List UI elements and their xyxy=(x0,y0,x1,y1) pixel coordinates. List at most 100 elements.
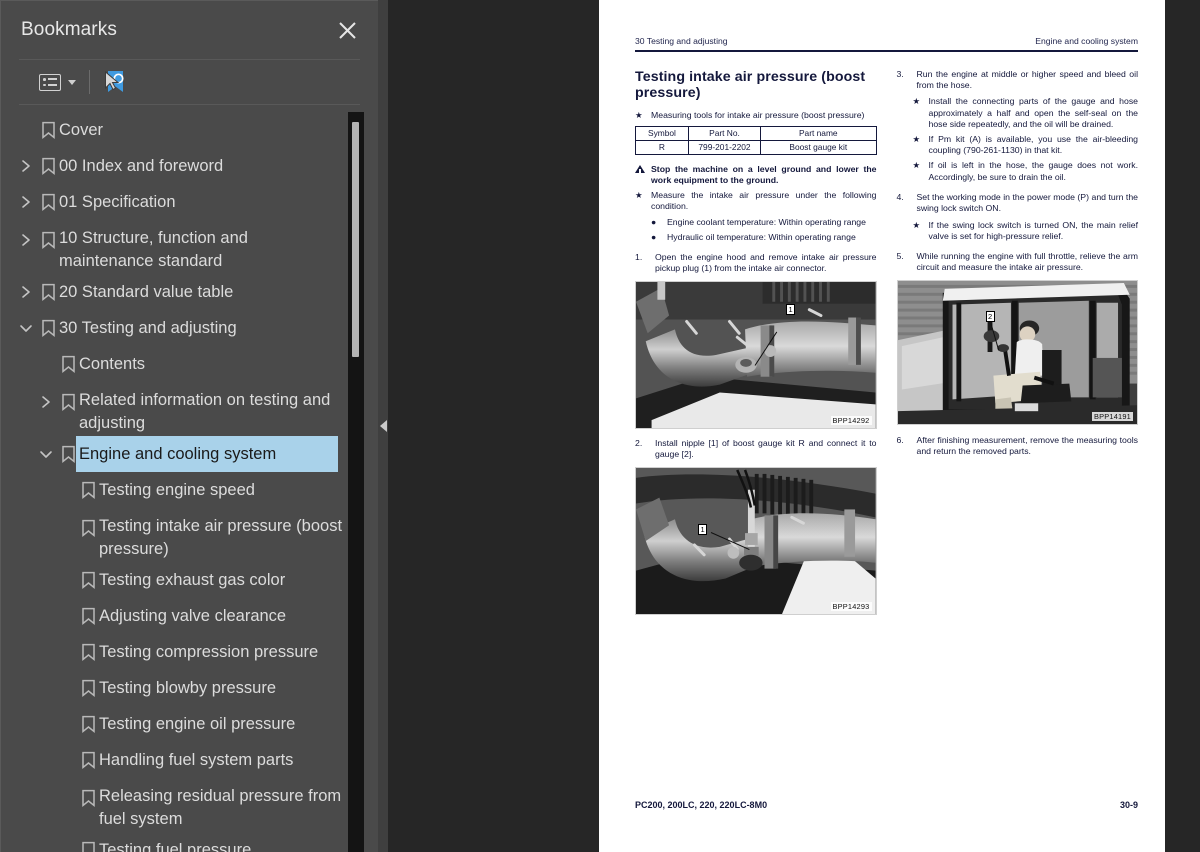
photo-caption: BPP14191 xyxy=(1092,411,1133,421)
chevron-right-icon[interactable] xyxy=(15,184,37,220)
bookmark-item-engine-and-cooling-system[interactable]: Engine and cooling system xyxy=(1,435,356,473)
select-bookmark-button[interactable] xyxy=(101,67,131,97)
step-2: 2. Install nipple [1] of boost gauge kit… xyxy=(635,438,877,461)
bookmark-item-cover[interactable]: Cover xyxy=(1,112,356,148)
bookmark-icon xyxy=(37,112,59,148)
chevron-right-icon[interactable] xyxy=(15,148,37,184)
bookmark-item-label: 00 Index and foreword xyxy=(59,157,224,175)
pdf-viewer-area[interactable]: 30 Testing and adjusting Engine and cool… xyxy=(388,0,1200,852)
right-column: 3. Run the engine at middle or higher sp… xyxy=(896,69,1139,624)
bookmark-item-00-index-and-foreword[interactable]: 00 Index and foreword xyxy=(1,148,356,184)
step-4-number: 4. xyxy=(896,191,904,202)
chevron-down-icon[interactable] xyxy=(15,310,37,346)
bookmarks-scrollbar-thumb[interactable] xyxy=(352,122,359,357)
bookmark-icon xyxy=(77,706,99,742)
bookmark-icon xyxy=(37,148,59,184)
bookmark-item-related-information-on-testing-and-adjusting[interactable]: Related information on testing and adjus… xyxy=(1,382,356,436)
bookmark-item-testing-fuel-pressure[interactable]: Testing fuel pressure xyxy=(1,832,356,852)
bookmark-item-handling-fuel-system-parts[interactable]: Handling fuel system parts xyxy=(1,742,356,778)
step-6-text: After finishing measurement, remove the … xyxy=(916,434,1139,457)
parts-td-symbol: R xyxy=(635,139,689,155)
step-3-note-text: If oil is left in the hose, the gauge do… xyxy=(928,160,1139,182)
intro-note: ★ Measuring tools for intake air pressur… xyxy=(635,110,877,121)
bookmark-list-options-button[interactable] xyxy=(37,72,78,93)
bookmark-item-releasing-residual-pressure-from-fuel-system[interactable]: Releasing residual pressure from fuel sy… xyxy=(1,778,356,832)
photo-caption: BPP14293 xyxy=(830,601,872,611)
page-title: Testing intake air pressure (boost press… xyxy=(635,68,866,102)
bookmark-item-testing-blowby-pressure[interactable]: Testing blowby pressure xyxy=(1,670,356,706)
close-panel-button[interactable] xyxy=(332,15,362,45)
bookmark-item-10-structure-function-and-maintenance-standard[interactable]: 10 Structure, function and maintenance s… xyxy=(1,220,356,274)
bookmark-icon xyxy=(37,274,59,310)
star-bullet-icon: ★ xyxy=(635,109,643,120)
chevron-right-icon[interactable] xyxy=(15,274,37,310)
bookmark-icon xyxy=(41,193,55,211)
bookmark-icon xyxy=(37,310,59,346)
bookmark-icon xyxy=(77,742,99,778)
page-running-header: 30 Testing and adjusting Engine and cool… xyxy=(635,36,1138,50)
parts-td-partname: Boost gauge kit xyxy=(760,139,877,155)
bookmark-icon xyxy=(57,382,79,422)
chevron-down-icon[interactable] xyxy=(35,436,57,472)
step-4: 4. Set the working mode in the power mod… xyxy=(897,192,1139,215)
photo-callout: 1 xyxy=(698,523,708,535)
photo-operator-cab: 2 BPP14191 xyxy=(896,279,1138,425)
bookmark-icon xyxy=(77,598,99,634)
bookmark-item-testing-exhaust-gas-color[interactable]: Testing exhaust gas color xyxy=(1,562,356,598)
bookmarks-scrollbar-track[interactable] xyxy=(348,112,364,852)
step-5: 5. While running the engine with full th… xyxy=(897,251,1139,274)
bookmark-item-label: Adjusting valve clearance xyxy=(99,607,287,625)
bookmark-item-label: Testing engine speed xyxy=(99,481,255,499)
condition-note-text: Measure the intake air pressure under th… xyxy=(651,190,877,212)
step-3-note-text: Install the connecting parts of the gaug… xyxy=(928,96,1139,129)
bookmark-icon xyxy=(77,634,99,670)
bookmark-item-testing-engine-oil-pressure[interactable]: Testing engine oil pressure xyxy=(1,706,356,742)
bookmark-item-testing-compression-pressure[interactable]: Testing compression pressure xyxy=(1,634,356,670)
bookmark-item-contents[interactable]: Contents xyxy=(1,346,356,382)
bookmarks-tree[interactable]: Cover 00 Index and foreword 01 Specificati… xyxy=(1,106,356,852)
step-6-number: 6. xyxy=(896,434,904,445)
bookmark-item-20-standard-value-table[interactable]: 20 Standard value table xyxy=(1,274,356,310)
bookmark-icon xyxy=(81,751,95,769)
bookmark-item-30-testing-and-adjusting[interactable]: 30 Testing and adjusting xyxy=(1,310,356,346)
condition-item: ● Hydraulic oil temperature: Within oper… xyxy=(635,232,877,243)
star-bullet-icon: ★ xyxy=(912,134,921,145)
bookmark-icon xyxy=(77,508,99,548)
pdf-page: 30 Testing and adjusting Engine and cool… xyxy=(599,0,1165,852)
chevron-right-icon[interactable] xyxy=(35,382,57,422)
step-1-text: Open the engine hood and remove intake a… xyxy=(655,252,877,274)
header-rule xyxy=(635,50,1138,52)
step-3-note: ★ Install the connecting parts of the ga… xyxy=(897,96,1139,130)
header-right-text: Engine and cooling system xyxy=(1035,36,1138,46)
bookmark-icon xyxy=(77,562,99,598)
step-4-text: Set the working mode in the power mode (… xyxy=(916,191,1139,214)
step-2-text: Install nipple [1] of boost gauge kit R … xyxy=(655,437,877,460)
bookmark-icon xyxy=(81,643,95,661)
warning-triangle-icon xyxy=(635,164,645,175)
close-icon xyxy=(338,21,356,39)
condition-item: ● Engine coolant temperature: Within ope… xyxy=(635,217,877,228)
bookmark-item-label: Handling fuel system parts xyxy=(99,751,294,769)
bookmark-item-01-specification[interactable]: 01 Specification xyxy=(1,184,356,220)
intro-note-text: Measuring tools for intake air pressure … xyxy=(651,109,865,120)
bookmark-icon xyxy=(37,184,59,220)
bookmark-item-testing-intake-air-pressure-boost-pressure[interactable]: Testing intake air pressure (boost press… xyxy=(1,508,356,562)
parts-table: Symbol Part No. Part name R 799-201-2202… xyxy=(635,125,877,155)
chevron-right-icon[interactable] xyxy=(15,220,37,260)
bookmark-item-testing-engine-speed[interactable]: Testing engine speed xyxy=(1,472,356,508)
parts-th-symbol: Symbol xyxy=(635,125,689,141)
page-columns: Testing intake air pressure (boost press… xyxy=(635,69,1138,624)
collapse-panel-handle[interactable] xyxy=(378,0,388,852)
parts-td-partno: 799-201-2202 xyxy=(687,139,762,155)
bookmark-item-adjusting-valve-clearance[interactable]: Adjusting valve clearance xyxy=(1,598,356,634)
bookmark-item-label: 10 Structure, function and maintenance s… xyxy=(59,229,253,270)
photo-caption: BPP14292 xyxy=(830,415,872,425)
bookmark-item-label: Testing compression pressure xyxy=(99,643,319,661)
star-bullet-icon: ★ xyxy=(912,219,921,230)
bookmark-icon xyxy=(41,121,55,139)
step-4-note-text: If the swing lock switch is turned ON, t… xyxy=(928,219,1139,241)
